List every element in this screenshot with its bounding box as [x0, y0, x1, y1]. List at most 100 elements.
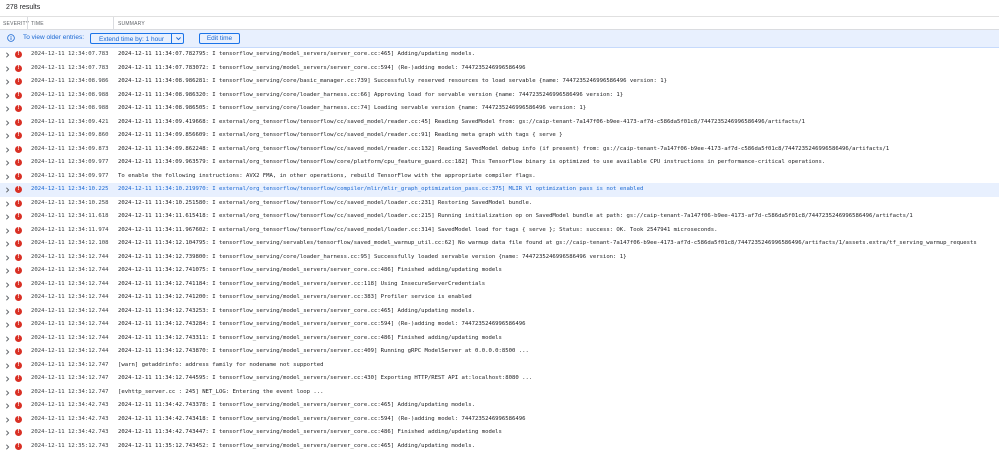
chevron-right-icon[interactable]: [5, 295, 10, 301]
chevron-right-icon[interactable]: [5, 282, 10, 288]
log-timestamp: 2024-12-11 12:35:12.743: [31, 440, 108, 453]
log-timestamp: 2024-12-11 12:34:12.744: [31, 278, 108, 292]
log-summary: 2024-12-11 11:34:09.419668: I external/o…: [118, 116, 805, 130]
chevron-right-icon[interactable]: [5, 160, 10, 166]
chevron-right-icon[interactable]: [5, 93, 10, 99]
error-severity-icon: [15, 348, 22, 355]
log-entry-row[interactable]: 2024-12-11 12:34:12.7472024-12-11 11:34:…: [0, 372, 999, 386]
error-severity-icon: [15, 308, 22, 315]
chevron-right-icon[interactable]: [5, 147, 10, 153]
log-entry-row[interactable]: 2024-12-11 12:34:08.9882024-12-11 11:34:…: [0, 102, 999, 116]
log-entry-row[interactable]: 2024-12-11 12:34:09.8732024-12-11 11:34:…: [0, 143, 999, 157]
log-entry-row[interactable]: 2024-12-11 12:34:12.7442024-12-11 11:34:…: [0, 318, 999, 332]
chevron-right-icon[interactable]: [5, 66, 10, 72]
log-timestamp: 2024-12-11 12:34:12.744: [31, 345, 108, 359]
log-entry-row[interactable]: 2024-12-11 12:34:09.977To enable the fol…: [0, 170, 999, 184]
log-summary: 2024-12-11 11:34:09.856609: I external/o…: [118, 129, 563, 143]
chevron-right-icon[interactable]: [5, 255, 10, 261]
log-timestamp: 2024-12-11 12:34:12.744: [31, 264, 108, 278]
chevron-right-icon[interactable]: [5, 403, 10, 409]
log-entry-row[interactable]: 2024-12-11 12:34:12.7442024-12-11 11:34:…: [0, 332, 999, 346]
log-timestamp: 2024-12-11 12:34:12.747: [31, 386, 108, 400]
log-entry-row[interactable]: 2024-12-11 12:34:12.7442024-12-11 11:34:…: [0, 305, 999, 319]
chevron-right-icon[interactable]: [5, 430, 10, 436]
info-icon: [7, 34, 15, 42]
log-entry-row[interactable]: 2024-12-11 12:34:12.744 2024-12-11 11:34:…: [0, 264, 999, 278]
older-entries-banner: To view older entries: Extend time by: 1…: [0, 30, 999, 48]
extend-time-button[interactable]: Extend time by: 1 hour: [90, 33, 184, 44]
chevron-right-icon[interactable]: [5, 52, 10, 58]
log-timestamp: 2024-12-11 12:34:12.744: [31, 291, 108, 305]
chevron-right-icon[interactable]: [5, 174, 10, 180]
column-summary[interactable]: SUMMARY: [118, 21, 145, 27]
column-severity[interactable]: SEVERITY: [3, 21, 29, 27]
chevron-right-icon[interactable]: [5, 228, 10, 234]
log-timestamp: 2024-12-11 12:34:07.783: [31, 62, 108, 76]
edit-time-button[interactable]: Edit time: [199, 33, 240, 44]
log-summary: [evhttp_server.cc : 245] NET_LOG: Enteri…: [118, 386, 323, 400]
error-severity-icon: [15, 429, 22, 436]
column-time[interactable]: TIME: [31, 21, 44, 27]
log-entry-row[interactable]: 2024-12-11 12:34:11.6182024-12-11 11:34:…: [0, 210, 999, 224]
chevron-right-icon[interactable]: [5, 336, 10, 342]
log-entry-row[interactable]: 2024-12-11 12:34:09.9772024-12-11 11:34:…: [0, 156, 999, 170]
log-entry-row[interactable]: 2024-12-11 12:34:42.7432024-12-11 11:34:…: [0, 426, 999, 440]
chevron-right-icon[interactable]: [5, 363, 10, 369]
chevron-right-icon[interactable]: [5, 79, 10, 85]
log-timestamp: 2024-12-11 12:34:09.977: [31, 170, 108, 184]
log-entry-row[interactable]: 2024-12-11 12:34:12.747[warn] getaddrinf…: [0, 359, 999, 373]
chevron-down-icon[interactable]: [175, 35, 182, 42]
chevron-right-icon[interactable]: [5, 390, 10, 396]
log-timestamp: 2024-12-11 12:34:11.618: [31, 210, 108, 224]
chevron-right-icon[interactable]: [5, 120, 10, 126]
log-entry-row[interactable]: 2024-12-11 12:34:12.744 2024-12-11 11:34:…: [0, 291, 999, 305]
error-severity-icon: [15, 105, 22, 112]
log-summary: 2024-12-11 11:34:11.967602: I external/o…: [118, 224, 717, 238]
banner-text: To view older entries:: [23, 34, 84, 41]
error-severity-icon: [15, 254, 22, 261]
chevron-right-icon[interactable]: [5, 309, 10, 315]
log-entry-row[interactable]: 2024-12-11 12:34:07.7832024-12-11 11:34:…: [0, 62, 999, 76]
log-entry-row[interactable]: 2024-12-11 12:34:12.7442024-12-11 11:34:…: [0, 345, 999, 359]
log-timestamp: 2024-12-11 12:34:12.744: [31, 305, 108, 319]
log-entry-row[interactable]: 2024-12-11 12:34:09.4212024-12-11 11:34:…: [0, 116, 999, 130]
log-timestamp: 2024-12-11 12:34:09.860: [31, 129, 108, 143]
log-entry-row[interactable]: 2024-12-11 12:34:12.747 [evhttp_server.cc…: [0, 386, 999, 400]
chevron-right-icon[interactable]: [5, 322, 10, 328]
log-entry-row[interactable]: 2024-12-11 12:34:08.9862024-12-11 11:34:…: [0, 75, 999, 89]
log-entry-row[interactable]: 2024-12-11 12:34:07.7832024-12-11 11:34:…: [0, 48, 999, 62]
log-summary: 2024-12-11 11:34:07.782795: I tensorflow…: [118, 48, 475, 62]
log-entry-row[interactable]: 2024-12-11 12:35:12.7432024-12-11 11:35:…: [0, 440, 999, 453]
log-entry-row[interactable]: 2024-12-11 12:34:09.860 2024-12-11 11:34:…: [0, 129, 999, 143]
error-severity-icon: [15, 267, 22, 274]
log-entry-row[interactable]: 2024-12-11 12:34:42.7432024-12-11 11:34:…: [0, 399, 999, 413]
log-entry-row[interactable]: 2024-12-11 12:34:08.9882024-12-11 11:34:…: [0, 89, 999, 103]
chevron-right-icon[interactable]: [5, 241, 10, 247]
log-timestamp: 2024-12-11 12:34:11.974: [31, 224, 108, 238]
log-entry-row[interactable]: 2024-12-11 12:34:12.744 2024-12-11 11:34:…: [0, 278, 999, 292]
extend-time-label: Extend time by: 1 hour: [99, 36, 164, 43]
log-entry-row[interactable]: 2024-12-11 12:34:10.2252024-12-11 11:34:…: [0, 183, 999, 197]
chevron-right-icon[interactable]: [5, 187, 10, 193]
error-severity-icon: [15, 240, 22, 247]
log-entry-row[interactable]: 2024-12-11 12:34:10.2582024-12-11 11:34:…: [0, 197, 999, 211]
chevron-right-icon[interactable]: [5, 376, 10, 382]
chevron-right-icon[interactable]: [5, 417, 10, 423]
log-summary: [warn] getaddrinfo: address family for n…: [118, 359, 323, 373]
chevron-right-icon[interactable]: [5, 349, 10, 355]
log-summary: 2024-12-11 11:34:12.741200: I tensorflow…: [118, 291, 472, 305]
log-entry-row[interactable]: 2024-12-11 12:34:12.7442024-12-11 11:34:…: [0, 251, 999, 265]
log-entry-row[interactable]: 2024-12-11 12:34:42.7432024-12-11 11:34:…: [0, 413, 999, 427]
chevron-right-icon[interactable]: [5, 201, 10, 207]
log-entry-row[interactable]: 2024-12-11 12:34:12.1082024-12-11 11:34:…: [0, 237, 999, 251]
chevron-right-icon[interactable]: [5, 268, 10, 274]
log-summary: 2024-12-11 11:34:10.219970: I external/o…: [118, 183, 643, 197]
log-summary: 2024-12-11 11:34:12.741075: I tensorflow…: [118, 264, 502, 278]
log-entry-row[interactable]: 2024-12-11 12:34:11.974 2024-12-11 11:34:…: [0, 224, 999, 238]
chevron-right-icon[interactable]: [5, 214, 10, 220]
chevron-right-icon[interactable]: [5, 106, 10, 112]
column-header: SEVERITY TIME SUMMARY: [0, 17, 999, 30]
chevron-right-icon[interactable]: [5, 133, 10, 139]
chevron-right-icon[interactable]: [5, 444, 10, 450]
log-summary: 2024-12-11 11:34:12.741184: I tensorflow…: [118, 278, 485, 292]
